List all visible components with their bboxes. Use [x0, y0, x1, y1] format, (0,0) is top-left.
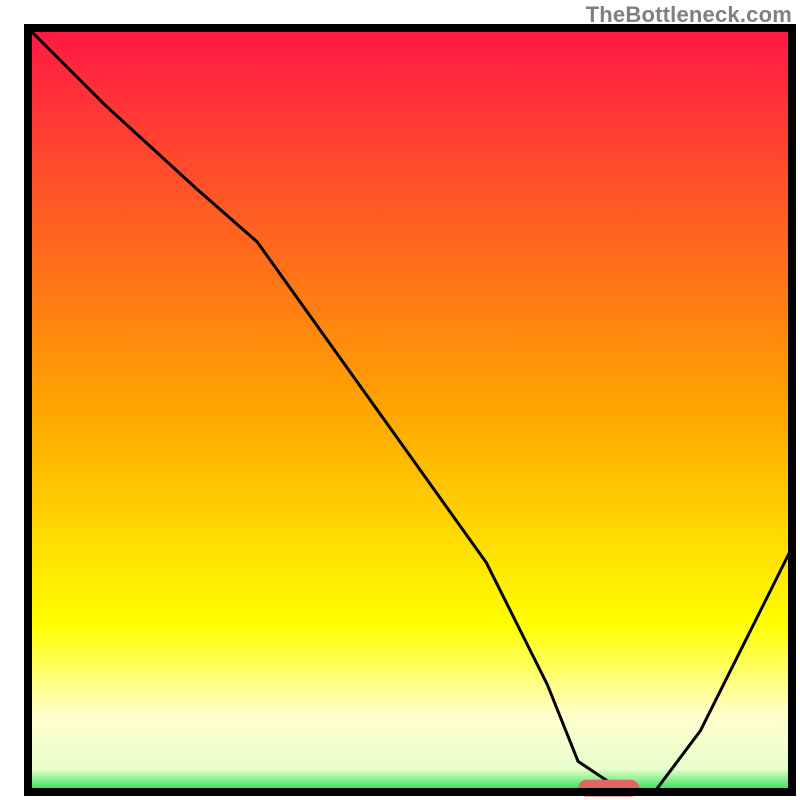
watermark-text: TheBottleneck.com [586, 2, 792, 28]
chart-svg [0, 0, 800, 800]
chart-container: TheBottleneck.com [0, 0, 800, 800]
chart-background [28, 28, 792, 792]
